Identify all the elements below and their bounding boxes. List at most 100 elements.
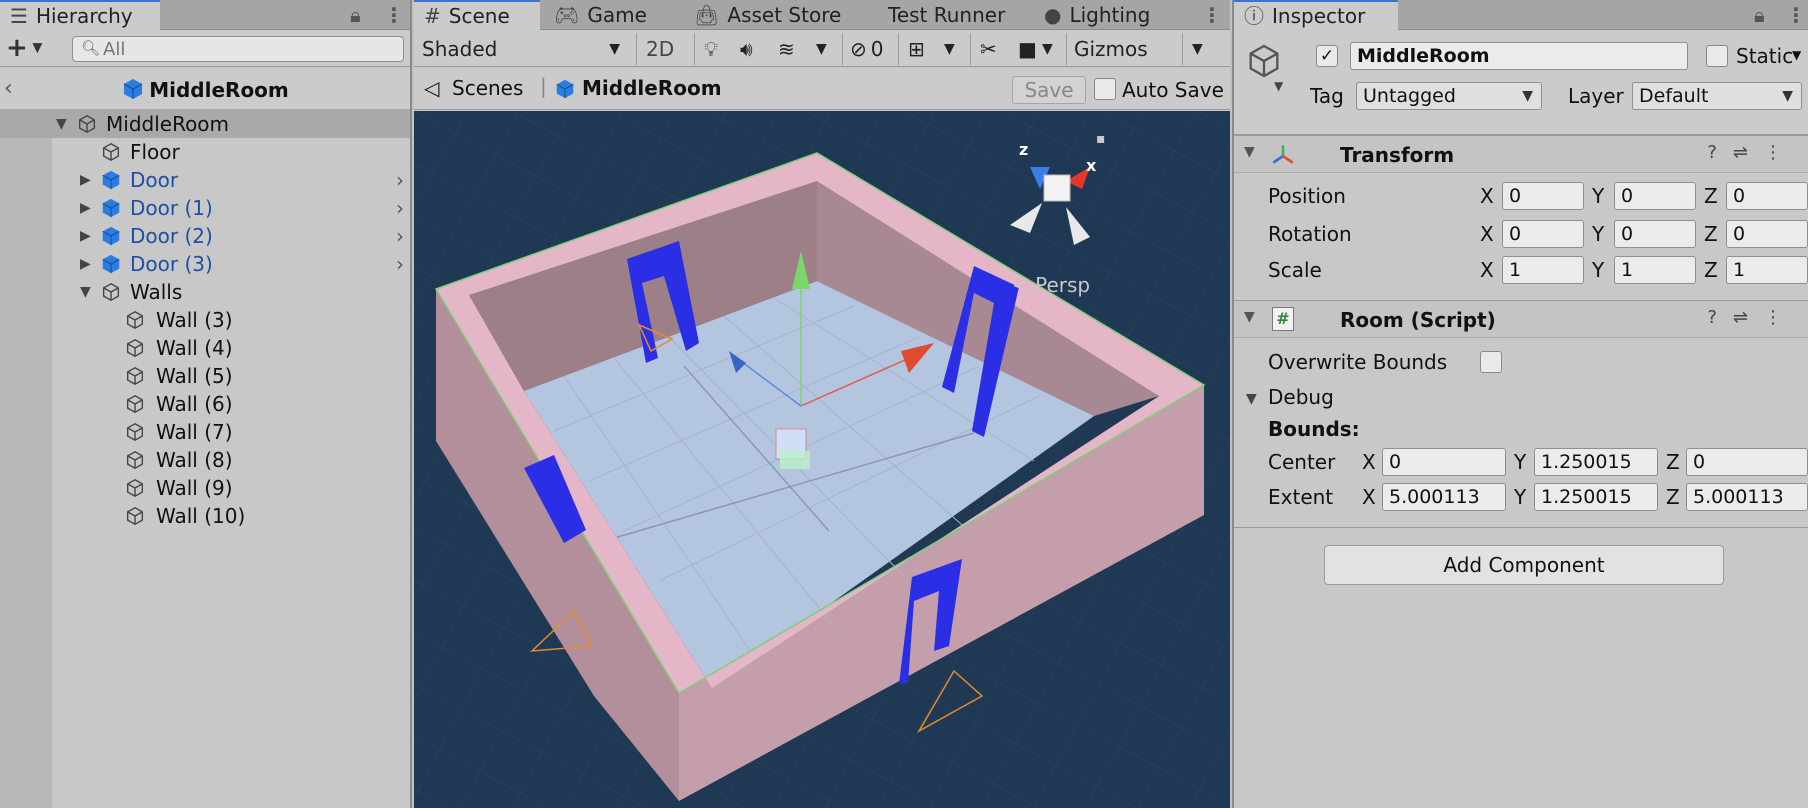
- projection-toggle[interactable]: < Persp: [1012, 273, 1090, 297]
- add-component-button[interactable]: Add Component: [1324, 545, 1724, 585]
- rotation-x-field[interactable]: 0: [1502, 220, 1584, 248]
- chevron-down-icon[interactable]: ▼: [1274, 79, 1283, 93]
- tree-item-wall-9[interactable]: Wall (9): [0, 474, 410, 502]
- help-icon[interactable]: ?: [1707, 142, 1733, 163]
- more-options-icon[interactable]: ⋮: [1202, 0, 1222, 30]
- tools-icon[interactable]: ✂: [980, 33, 997, 65]
- center-z-field[interactable]: 0: [1686, 448, 1808, 476]
- tab-asset-store[interactable]: 👜︎ Asset Store: [684, 0, 851, 30]
- preset-icon[interactable]: ⇌: [1733, 142, 1764, 163]
- chevron-down-icon[interactable]: ▼: [1042, 33, 1053, 65]
- expand-arrow-icon[interactable]: ▼: [1244, 144, 1255, 160]
- tree-item-door-3[interactable]: ▶ Door (3) ›: [0, 250, 410, 278]
- more-options-icon[interactable]: ⋮: [1764, 307, 1798, 328]
- tag-dropdown[interactable]: Untagged ▼: [1356, 82, 1542, 110]
- expand-arrow-icon[interactable]: ▶: [80, 194, 91, 222]
- scale-z-field[interactable]: 1: [1726, 256, 1808, 284]
- tree-item-walls[interactable]: ▼ Walls: [0, 278, 410, 306]
- auto-save-checkbox[interactable]: [1094, 78, 1116, 100]
- tab-scene[interactable]: # Scene: [414, 0, 540, 30]
- gizmo-lock-icon[interactable]: ▪: [1096, 131, 1106, 147]
- hierarchy-search[interactable]: 🔍︎: [72, 36, 404, 62]
- component-actions[interactable]: ?⇌⋮: [1707, 142, 1798, 163]
- effects-toggle-icon[interactable]: ≋: [778, 33, 795, 65]
- transform-header[interactable]: ▼ Transform ?⇌⋮: [1234, 135, 1808, 173]
- object-name-field[interactable]: MiddleRoom: [1350, 42, 1688, 70]
- component-actions[interactable]: ?⇌⋮: [1707, 307, 1798, 328]
- expand-arrow-icon[interactable]: ▼: [80, 278, 91, 306]
- extent-z-field[interactable]: 5.000113: [1686, 483, 1808, 511]
- tree-item-wall-4[interactable]: Wall (4): [0, 334, 410, 362]
- tree-item-wall-6[interactable]: Wall (6): [0, 390, 410, 418]
- chevron-down-icon[interactable]: ▼: [944, 33, 955, 65]
- position-y-field[interactable]: 0: [1614, 182, 1696, 210]
- tree-item-door-1[interactable]: ▶ Door (1) ›: [0, 194, 410, 222]
- tree-item-middleroom[interactable]: ▼ MiddleRoom: [0, 110, 410, 138]
- expand-arrow-icon[interactable]: ▼: [1244, 309, 1255, 325]
- tree-item-wall-8[interactable]: Wall (8): [0, 446, 410, 474]
- shading-mode-dropdown[interactable]: Shaded ▼: [422, 33, 628, 65]
- audio-toggle-icon[interactable]: 🔊︎: [740, 33, 753, 65]
- position-z-field[interactable]: 0: [1726, 182, 1808, 210]
- tree-item-wall-7[interactable]: Wall (7): [0, 418, 410, 446]
- static-checkbox[interactable]: [1706, 45, 1728, 67]
- tree-item-wall-10[interactable]: Wall (10): [0, 502, 410, 530]
- tree-item-floor[interactable]: Floor: [0, 138, 410, 166]
- room-script-header[interactable]: ▼ # Room (Script) ?⇌⋮: [1234, 300, 1808, 338]
- scale-x-field[interactable]: 1: [1502, 256, 1584, 284]
- chevron-down-icon[interactable]: ▼: [1792, 48, 1801, 62]
- gameobject-cube-icon[interactable]: [1244, 41, 1284, 81]
- chevron-down-icon[interactable]: ▼: [1192, 33, 1203, 65]
- rotation-z-field[interactable]: 0: [1726, 220, 1808, 248]
- help-icon[interactable]: ?: [1707, 307, 1733, 328]
- expand-arrow-icon[interactable]: ▶: [80, 250, 91, 278]
- center-y-field[interactable]: 1.250015: [1534, 448, 1658, 476]
- more-options-icon[interactable]: ⋮: [1764, 142, 1798, 163]
- 2d-toggle-button[interactable]: 2D: [646, 33, 674, 65]
- create-button[interactable]: + ▼: [6, 33, 42, 64]
- tab-lighting[interactable]: ● Lighting: [1034, 0, 1160, 30]
- tab-inspector[interactable]: ⓘ Inspector: [1234, 0, 1398, 30]
- lighting-toggle-icon[interactable]: 💡︎: [704, 33, 718, 65]
- tab-game[interactable]: 🎮︎ Game: [544, 0, 657, 30]
- gizmos-button[interactable]: Gizmos: [1074, 33, 1148, 65]
- layer-dropdown[interactable]: Default ▼: [1632, 82, 1802, 110]
- overwrite-bounds-checkbox[interactable]: [1480, 351, 1502, 373]
- tab-test-runner[interactable]: Test Runner: [878, 0, 1015, 30]
- search-input[interactable]: [103, 39, 393, 59]
- tree-item-door-2[interactable]: ▶ Door (2) ›: [0, 222, 410, 250]
- lock-icon[interactable]: 🔒︎: [1754, 0, 1765, 30]
- preset-icon[interactable]: ⇌: [1733, 307, 1764, 328]
- scale-y-field[interactable]: 1: [1614, 256, 1696, 284]
- breadcrumb-current[interactable]: MiddleRoom: [582, 76, 722, 100]
- extent-x-field[interactable]: 5.000113: [1382, 483, 1506, 511]
- debug-foldout[interactable]: Debug: [1268, 383, 1334, 411]
- chevron-right-icon[interactable]: ›: [396, 222, 404, 250]
- chevron-down-icon[interactable]: ▼: [816, 33, 827, 65]
- more-options-icon[interactable]: ⋮: [384, 0, 404, 30]
- expand-arrow-icon[interactable]: ▼: [56, 110, 67, 138]
- tree-item-wall-5[interactable]: Wall (5): [0, 362, 410, 390]
- tree-item-wall-3[interactable]: Wall (3): [0, 306, 410, 334]
- tree-item-door[interactable]: ▶ Door ›: [0, 166, 410, 194]
- scene-viewport[interactable]: z x ▪ < Persp: [414, 111, 1230, 808]
- tab-hierarchy[interactable]: ☰ Hierarchy: [0, 0, 160, 30]
- extent-y-field[interactable]: 1.250015: [1534, 483, 1658, 511]
- expand-arrow-icon[interactable]: ▶: [80, 222, 91, 250]
- camera-icon[interactable]: ■: [1018, 33, 1037, 65]
- breadcrumb-scenes[interactable]: Scenes: [452, 76, 523, 100]
- chevron-right-icon[interactable]: ›: [396, 166, 404, 194]
- rotation-y-field[interactable]: 0: [1614, 220, 1696, 248]
- save-button[interactable]: Save: [1012, 76, 1086, 104]
- center-x-field[interactable]: 0: [1382, 448, 1506, 476]
- chevron-right-icon[interactable]: ›: [396, 194, 404, 222]
- chevron-right-icon[interactable]: ›: [396, 250, 404, 278]
- expand-arrow-icon[interactable]: ▶: [80, 166, 91, 194]
- active-checkbox[interactable]: ✓: [1316, 45, 1338, 67]
- expand-arrow-icon[interactable]: ▼: [1246, 391, 1257, 407]
- position-x-field[interactable]: 0: [1502, 182, 1584, 210]
- more-options-icon[interactable]: ⋮: [1786, 0, 1806, 30]
- grid-snap-icon[interactable]: ⊞: [908, 33, 925, 65]
- lock-icon[interactable]: 🔒︎: [350, 0, 361, 30]
- scene-visibility-button[interactable]: ⊘ 0: [850, 33, 884, 65]
